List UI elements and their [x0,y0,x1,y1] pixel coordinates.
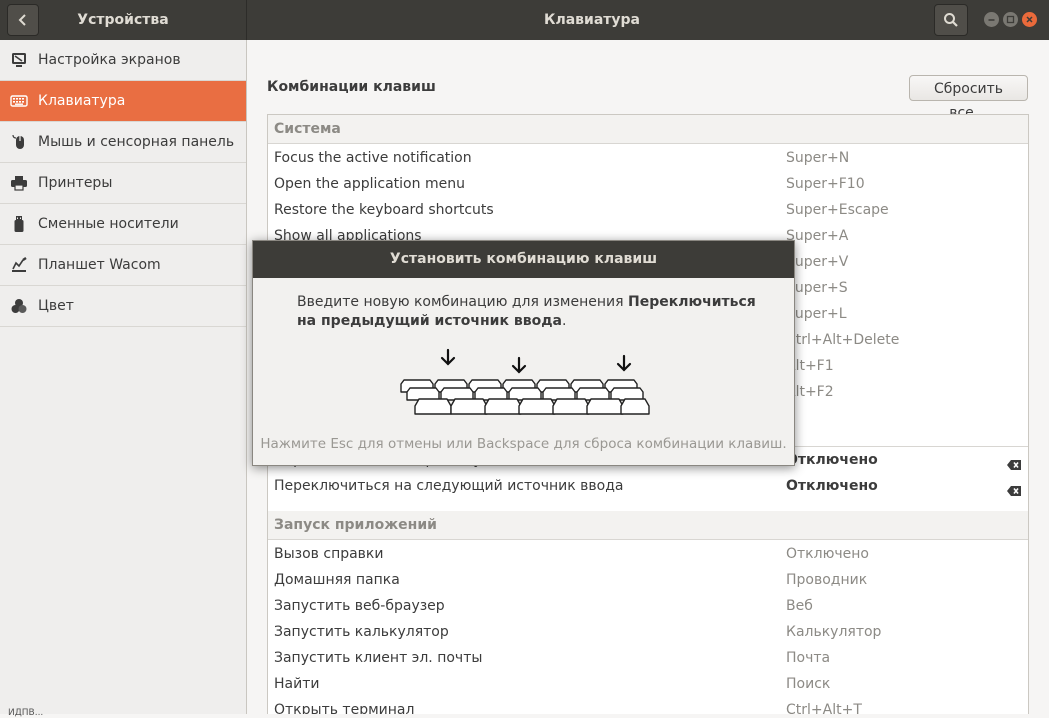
shortcut-row[interactable]: Open the application menu Super+F10 [268,171,1028,197]
tablet-icon [0,257,38,273]
shortcut-name: Переключиться на следующий источник ввод… [274,478,624,494]
sidebar-item-label: Принтеры [38,175,113,191]
shortcut-name: Focus the active notification [274,150,472,166]
minimize-icon [988,19,995,21]
shortcut-row[interactable]: Переключиться на следующий источник ввод… [268,473,1028,499]
chevron-left-icon [18,14,26,26]
close-button[interactable] [1022,12,1037,27]
sidebar-item-label: Мышь и сенсорная панель [38,134,235,150]
sidebar-item-displays[interactable]: Настройка экранов [0,40,246,81]
mouse-icon [0,133,38,151]
sidebar-item-wacom-tablet[interactable]: Планшет Wacom [0,245,246,286]
shortcut-row[interactable]: Focus the active notification Super+N [268,145,1028,171]
sidebar-item-printers[interactable]: Принтеры [0,163,246,204]
shortcut-accel: Super+N [786,150,850,166]
shortcut-name: Открыть терминал [274,702,415,714]
sidebar-title: Устройства [77,12,169,28]
sidebar-item-color[interactable]: Цвет [0,286,246,327]
shortcut-accel: Отключено [786,478,878,494]
shortcut-accel: Поиск [786,676,831,692]
shortcut-accel: Super+L [786,306,847,322]
sidebar-item-keyboard[interactable]: Клавиатура [0,81,246,122]
sidebar-bottom-text: ИДПВ... [8,708,44,718]
maximize-icon [1006,15,1015,24]
shortcut-row[interactable]: Открыть терминал Ctrl+Alt+T [268,697,1028,714]
minimize-button[interactable] [984,12,999,27]
printer-icon [0,175,38,191]
dialog-title: Установить комбинацию клавиш [253,241,794,278]
shortcut-name: Найти [274,676,320,692]
shortcut-accel: Отключено [786,452,878,468]
group-header-launchers: Запуск приложений [268,511,1028,540]
shortcut-accel: Super+V [786,254,849,270]
sidebar-item-label: Сменные носители [38,216,179,232]
search-icon [944,13,958,27]
set-shortcut-dialog: Установить комбинацию клавиш Введите нов… [252,240,795,466]
shortcut-accel: Проводник [786,572,868,588]
shortcut-accel: Super+F10 [786,176,865,192]
shortcut-accel: Отключено [786,546,869,562]
shortcut-accel: Почта [786,650,831,666]
shortcut-accel: Ctrl+Alt+Delete [786,332,900,348]
sidebar-item-label: Настройка экранов [38,52,181,68]
shortcut-name: Запустить веб-браузер [274,598,445,614]
keyboard-icon [0,94,38,108]
shortcut-accel: Super+Escape [786,202,889,218]
close-icon [1026,16,1033,23]
sidebar-item-removable-media[interactable]: Сменные носители [0,204,246,245]
dialog-hint: Нажмите Esc для отмены или Backspace для… [260,436,787,452]
display-icon [0,52,38,68]
sidebar-item-label: Цвет [38,298,74,314]
usb-drive-icon [0,215,38,233]
shortcut-row[interactable]: Найти Поиск [268,671,1028,697]
shortcut-row[interactable]: Запустить калькулятор Калькулятор [268,619,1028,645]
group-title: Система [274,121,341,137]
message-suffix: . [561,313,567,329]
sidebar: Настройка экранов Клавиатура Мышь и сенс… [0,40,247,718]
shortcut-row[interactable]: Запустить веб-браузер Веб [268,593,1028,619]
sidebar-item-label: Клавиатура [38,93,126,109]
shortcut-accel: Super+A [786,228,849,244]
shortcut-accel: Super+S [786,280,848,296]
header-bar: Устройства Клавиатура [0,0,1049,40]
shortcut-name: Запустить калькулятор [274,624,449,640]
dialog-message: Введите новую комбинацию для изменения П… [297,293,767,331]
shortcut-row[interactable]: Restore the keyboard shortcuts Super+Esc… [268,197,1028,223]
shortcut-accel: Калькулятор [786,624,882,640]
page-title: Клавиатура [544,12,640,28]
shortcut-accel: Веб [786,598,813,614]
shortcut-name: Restore the keyboard shortcuts [274,202,494,218]
clear-shortcut-icon[interactable] [1006,480,1022,506]
section-heading: Комбинации клавиш [267,79,436,95]
keyboard-keys-icon [400,348,650,415]
maximize-button[interactable] [1003,12,1018,27]
reset-all-button[interactable]: Сбросить все… [909,75,1028,121]
sidebar-item-label: Планшет Wacom [38,257,161,273]
color-icon [0,297,38,315]
back-button[interactable] [7,4,39,36]
sidebar-item-mouse[interactable]: Мышь и сенсорная панель [0,122,246,163]
group-header-system: Система [268,115,1028,144]
search-button[interactable] [934,4,968,36]
shortcut-row[interactable]: Домашняя папка Проводник [268,567,1028,593]
shortcut-row[interactable]: Вызов справки Отключено [268,541,1028,567]
shortcut-name: Домашняя папка [274,572,400,588]
shortcut-accel: Ctrl+Alt+T [786,702,862,714]
shortcut-name: Вызов справки [274,546,384,562]
group-title: Запуск приложений [274,517,437,533]
message-prefix: Введите новую комбинацию для изменения [297,294,628,310]
shortcut-name: Запустить клиент эл. почты [274,650,483,666]
shortcut-row[interactable]: Запустить клиент эл. почты Почта [268,645,1028,671]
shortcut-name: Open the application menu [274,176,465,192]
